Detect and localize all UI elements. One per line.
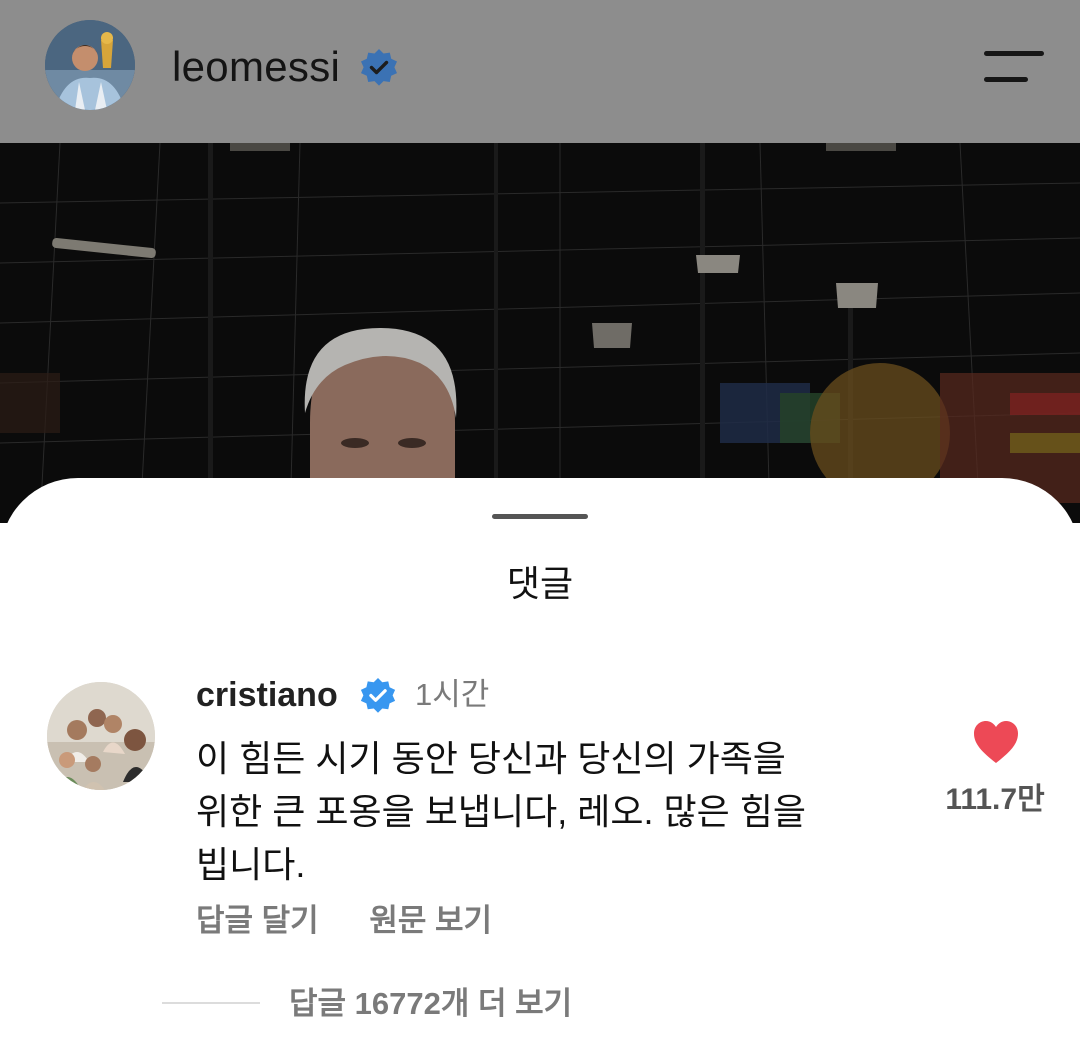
reply-button[interactable]: 답글 달기 [196,903,319,938]
comment-actions: 답글 달기 원문 보기 [196,901,534,941]
like-count: 111.7만 [945,783,1045,816]
comment-avatar-image [47,682,155,790]
reply-thread-line [162,1002,260,1004]
hamburger-menu-icon[interactable] [984,48,1044,84]
comment-username[interactable]: cristiano [196,674,338,716]
post-photo[interactable] [0,143,1080,523]
heart-icon[interactable] [972,719,1020,765]
comment-avatar[interactable] [47,682,155,790]
profile-avatar[interactable] [45,20,135,110]
comments-sheet: 댓글 cristiano 1시간 이 힘든 시기 동안 당신과 당신의 가족을 … [0,478,1080,1046]
avatar-image [45,20,135,110]
post-header: leomessi [0,0,1080,143]
header-username[interactable]: leomessi [172,40,340,94]
post-image [0,143,1080,523]
sheet-title: 댓글 [506,563,574,604]
comment-text: 이 힘든 시기 동안 당신과 당신의 가족을 위한 큰 포옹을 보냅니다, 레오… [196,738,806,885]
verified-badge-icon [360,677,396,713]
comment-timestamp: 1시간 [415,677,490,712]
view-more-replies-label[interactable]: 답글 16772개 더 보기 [289,984,572,1024]
view-original-button[interactable]: 원문 보기 [369,903,492,938]
verified-badge-icon [361,49,397,86]
sheet-drag-handle[interactable] [492,514,588,519]
